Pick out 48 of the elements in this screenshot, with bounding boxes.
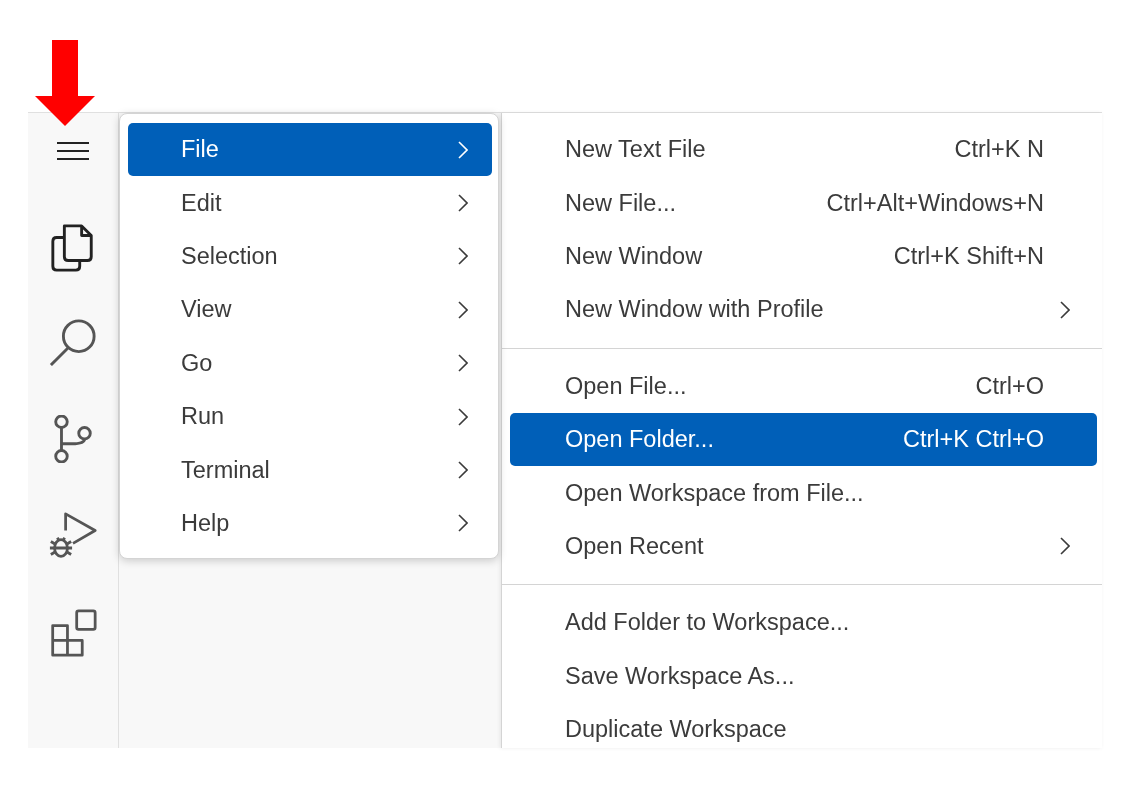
menu-item[interactable]: Add Folder to Workspace... [510,596,1097,650]
menu-item-label: Add Folder to Workspace... [565,609,851,637]
menu-item[interactable]: Terminal [128,443,492,497]
shortcut-text: Ctrl+O [975,372,1044,400]
arrow-icon [35,40,95,126]
menu-item[interactable]: Open Folder... Ctrl+K Ctrl+O [510,412,1097,467]
menu-item[interactable]: Help [128,496,492,551]
search-icon[interactable] [49,318,97,366]
menu-item[interactable]: Open Recent [510,519,1097,574]
menu-item-label: Open Workspace from File... [565,479,865,507]
menu-item[interactable]: File [128,123,492,177]
menu-item-label: New File... [565,189,677,217]
menu-item-label: Duplicate Workspace [565,716,788,744]
shortcut-text: Ctrl+Alt+Windows+N [826,189,1044,217]
menu-item[interactable]: Go [128,336,492,390]
menu-item-label: Terminal [181,456,271,484]
menu-item[interactable]: New File... Ctrl+Alt+Windows+N [510,176,1097,230]
menu-item[interactable]: New Window with Profile [510,283,1097,337]
shortcut-text: Ctrl+K Ctrl+O [902,426,1044,454]
menu-item-label: New Text File [565,136,707,164]
menu-item-label: Open Recent [565,532,705,560]
menu-item[interactable]: Run [128,389,492,444]
menu-item-label: File [181,136,220,164]
extensions-icon[interactable] [49,609,97,657]
menu-item-label: Selection [181,242,279,270]
menu-item-label: Go [181,349,214,377]
menu-icon[interactable] [57,141,89,161]
menu-item-label: Help [181,509,231,537]
menu-item[interactable]: Save Workspace As... [510,649,1097,703]
menu-item[interactable]: View [128,283,492,337]
menu-item-label: Run [181,403,226,431]
menu-item-label: Open File... [565,372,688,400]
shortcut-text: Ctrl+K N [954,136,1044,164]
menu-item[interactable]: New Window Ctrl+K Shift+N [510,229,1097,284]
menu-item[interactable]: New Text File Ctrl+K N [510,123,1097,177]
menu-item-label: New Window [565,242,704,270]
menu-item[interactable]: Selection [128,229,492,284]
menu-item-label: Open Folder... [565,426,715,454]
shortcut-text: Ctrl+K Shift+N [893,242,1044,270]
menu-item-label: Edit [181,189,223,217]
menu-item-label: Save Workspace As... [565,662,796,690]
run-debug-icon[interactable] [49,512,97,560]
menu-item-label: New Window with Profile [565,296,825,324]
menu-item[interactable]: Edit [128,176,492,230]
menu-item[interactable]: Duplicate Workspace [510,702,1097,748]
menu-item[interactable]: Open File... Ctrl+O [510,359,1097,413]
menu-item-label: View [181,296,233,324]
menu-item[interactable]: Open Workspace from File... [510,466,1097,520]
